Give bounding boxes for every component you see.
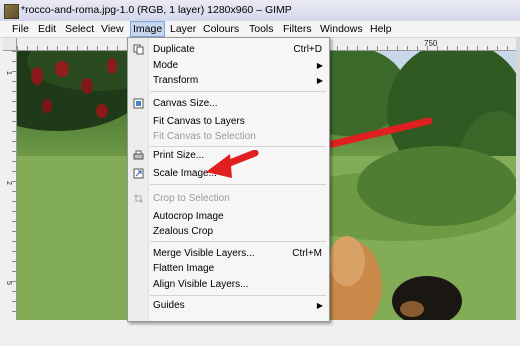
menu-help[interactable]: Help [368,22,394,36]
menu-item-canvas-size[interactable]: Canvas Size... [128,96,329,111]
menu-item-label: Flatten Image [153,263,215,274]
submenu-arrow-icon: ▶ [316,61,323,70]
menu-item-duplicate[interactable]: Duplicate Ctrl+D [128,42,329,57]
menu-item-align-visible[interactable]: Align Visible Layers... [128,277,329,292]
menu-item-autocrop[interactable]: Autocrop Image [128,209,329,224]
menu-item-fit-canvas-selection: Fit Canvas to Selection [128,129,329,144]
menu-item-label: Merge Visible Layers... [153,248,255,259]
canvas-size-icon [133,98,144,109]
menu-item-merge-visible[interactable]: Merge Visible Layers... Ctrl+M [128,246,329,261]
gimp-app-icon [4,4,19,19]
vertical-ruler[interactable]: 1 2 5 [3,51,17,320]
menu-filters[interactable]: Filters [281,22,314,36]
menu-item-label: Transform [153,75,199,86]
submenu-arrow-icon: ▶ [316,301,323,310]
menu-item-mode[interactable]: Mode ▶ [128,58,329,73]
menu-item-shortcut: Ctrl+M [292,248,322,259]
menu-item-flatten[interactable]: Flatten Image [128,261,329,276]
menu-tools[interactable]: Tools [247,22,276,36]
ruler-corner[interactable] [3,38,17,51]
menu-item-guides[interactable]: Guides ▶ [128,298,329,313]
menu-item-transform[interactable]: Transform ▶ [128,73,329,88]
menu-view[interactable]: View [99,22,126,36]
menu-file[interactable]: File [10,22,31,36]
menu-item-label: Canvas Size... [153,98,218,109]
title-bar: *rocco-and-roma.jpg-1.0 (RGB, 1 layer) 1… [0,0,520,21]
menu-item-label: Align Visible Layers... [153,279,249,290]
menu-item-fit-canvas-layers[interactable]: Fit Canvas to Layers [128,114,329,129]
menu-bar: File Edit Select View Image Layer Colour… [0,21,520,38]
menu-item-label: Guides [153,300,185,311]
ruler-vlabel: 2 [5,181,12,185]
menu-item-label: Crop to Selection [153,193,230,204]
status-strip [0,320,520,346]
window-title: *rocco-and-roma.jpg-1.0 (RGB, 1 layer) 1… [21,4,292,16]
menu-item-shortcut: Ctrl+D [293,44,322,55]
menu-separator [150,241,326,242]
menu-image[interactable]: Image [130,21,166,37]
print-size-icon [133,150,144,160]
menu-separator [150,295,326,296]
menu-item-label: Duplicate [153,44,195,55]
ruler-label-750: 750 [424,39,438,48]
menu-item-crop-selection: Crop to Selection [128,191,329,206]
ruler-vlabel: 5 [5,281,12,285]
crop-icon [134,194,143,203]
menu-select[interactable]: Select [63,22,96,36]
ruler-vlabel: 1 [5,71,12,75]
menu-item-label: Print Size... [153,150,205,161]
submenu-arrow-icon: ▶ [316,76,323,85]
scrollbar-right[interactable] [516,38,520,320]
menu-edit[interactable]: Edit [36,22,58,36]
menu-item-label: Zealous Crop [153,226,214,237]
menu-item-zealous-crop[interactable]: Zealous Crop [128,224,329,239]
menu-layer[interactable]: Layer [168,22,198,36]
menu-item-label: Autocrop Image [153,211,224,222]
menu-item-label: Mode [153,60,179,71]
menu-colours[interactable]: Colours [201,22,241,36]
menu-item-label: Fit Canvas to Selection [153,131,256,142]
menu-item-label: Fit Canvas to Layers [153,116,245,127]
menu-windows[interactable]: Windows [318,22,365,36]
menu-separator [150,91,326,92]
annotation-arrow [206,150,259,178]
duplicate-icon [133,44,144,55]
menu-separator [150,146,326,147]
scale-image-icon [133,168,144,179]
